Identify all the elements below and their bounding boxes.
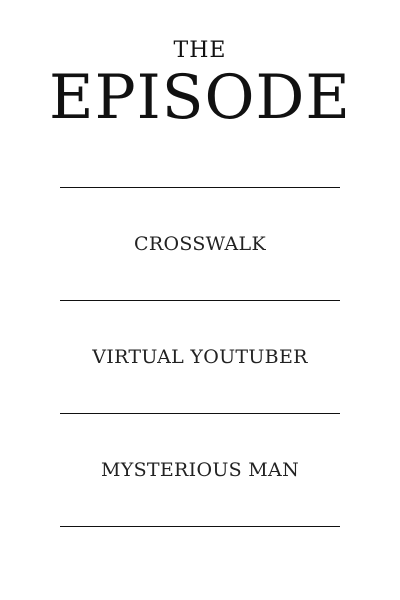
episode-item-virtual-youtuber[interactable]: VIRTUAL YOUTUBER [60,301,340,414]
episode-item-mysterious-man[interactable]: MYSTERIOUS MAN [60,414,340,527]
episode-menu: CROSSWALK VIRTUAL YOUTUBER MYSTERIOUS MA… [60,187,340,527]
page-pre-title: THE [173,38,227,63]
page-header: THE EPISODE [0,37,400,131]
episode-item-crosswalk[interactable]: CROSSWALK [60,188,340,301]
page-title: EPISODE [49,62,351,133]
